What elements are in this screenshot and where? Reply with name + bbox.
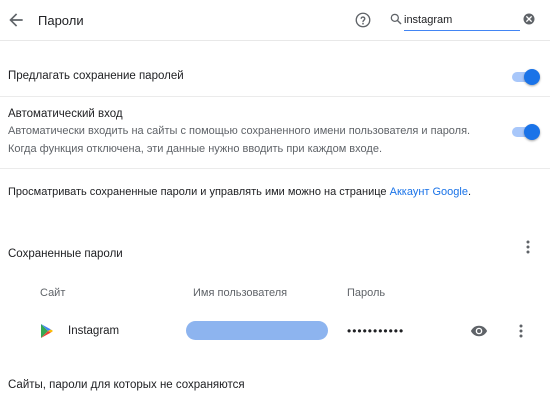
divider [0, 168, 550, 169]
offer-save-label: Предлагать сохранение паролей [8, 70, 184, 82]
help-icon[interactable] [354, 11, 372, 29]
offer-save-toggle[interactable] [510, 69, 540, 85]
auto-signin-description: Автоматически входить на сайты с помощью… [8, 125, 471, 137]
search-input[interactable] [404, 11, 520, 31]
row-more-actions-icon[interactable] [516, 323, 526, 339]
auto-signin-toggle[interactable] [510, 124, 540, 140]
site-name[interactable]: Instagram [68, 325, 119, 337]
search-icon [390, 13, 402, 25]
header-divider [0, 40, 550, 41]
show-password-eye-icon[interactable] [470, 324, 488, 338]
auto-signin-description-2: Когда функция отключена, эти данные нужн… [8, 143, 382, 155]
google-account-link[interactable]: Аккаунт Google [390, 186, 468, 198]
column-header-site: Сайт [40, 287, 66, 299]
manage-text: Просматривать сохраненные пароли и управ… [8, 186, 390, 198]
username-redacted [186, 321, 328, 340]
google-play-icon [41, 324, 53, 338]
toggle-knob [524, 124, 540, 140]
auto-signin-label: Автоматический вход [8, 108, 123, 120]
divider [0, 96, 550, 97]
manage-suffix: . [467, 186, 472, 198]
column-header-password: Пароль [347, 287, 386, 299]
clear-search-icon[interactable] [523, 13, 535, 25]
manage-passwords-text: Просматривать сохраненные пароли и управ… [8, 186, 471, 198]
page-title: Пароли [38, 13, 84, 28]
never-saved-title: Сайты, пароли для которых не сохраняются [8, 379, 245, 391]
saved-passwords-title: Сохраненные пароли [8, 248, 123, 260]
more-actions-icon[interactable] [523, 239, 533, 255]
password-mask: ••••••••••• [347, 324, 405, 338]
toggle-knob [524, 69, 540, 85]
back-arrow-icon[interactable] [6, 10, 26, 30]
column-header-username: Имя пользователя [193, 287, 288, 299]
